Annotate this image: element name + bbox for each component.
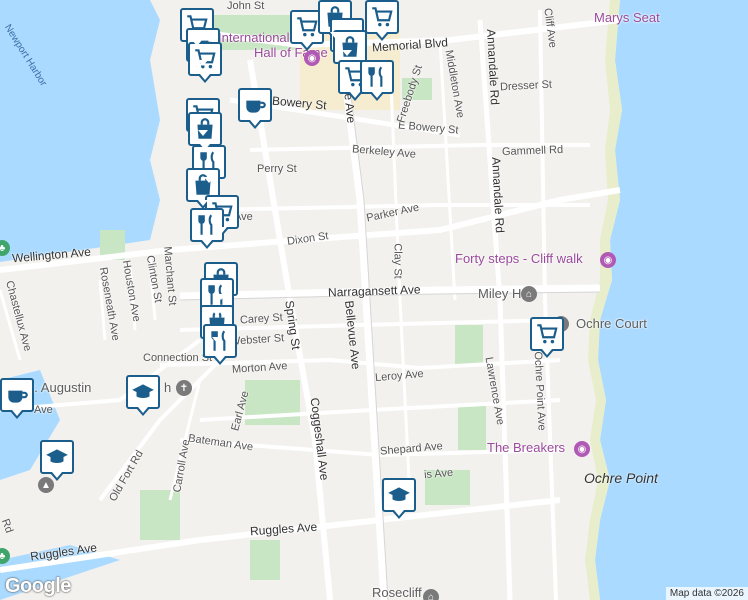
- map-attribution[interactable]: Map data ©2026: [665, 587, 748, 600]
- poi-label-forty-steps[interactable]: Forty steps - Cliff walk: [455, 251, 583, 266]
- place-ochre-point: Ochre Point: [584, 470, 658, 486]
- park-5: [140, 490, 180, 540]
- street-edge-ave-2: Ave: [34, 404, 53, 416]
- street-clay: Clay St: [391, 243, 404, 279]
- shopping-cart-icon[interactable]: [188, 42, 222, 83]
- park-6: [250, 540, 280, 580]
- camera-icon[interactable]: ◉: [600, 252, 616, 268]
- poi-label-ochre-court[interactable]: Ochre Court: [576, 316, 647, 331]
- poi-label-hall-of-fame-1[interactable]: International: [218, 30, 290, 45]
- shopping-bag-icon[interactable]: [188, 112, 222, 153]
- church-icon[interactable]: ✝: [176, 380, 192, 396]
- school-icon[interactable]: [40, 440, 74, 481]
- street-perry: Perry St: [257, 163, 297, 175]
- restaurant-icon[interactable]: [360, 60, 394, 101]
- google-logo: Google: [5, 575, 71, 597]
- building-icon[interactable]: ⌂: [521, 286, 537, 302]
- coffee-cup-icon[interactable]: [0, 378, 34, 419]
- building-icon[interactable]: ⌂: [423, 589, 439, 600]
- coffee-cup-icon[interactable]: [238, 88, 272, 129]
- restaurant-icon[interactable]: [190, 208, 224, 249]
- water-harbor: [0, 0, 160, 262]
- shopping-cart-icon[interactable]: [530, 317, 564, 358]
- school-icon[interactable]: [382, 478, 416, 519]
- poi-label-marys-seat[interactable]: Marys Seat: [594, 10, 660, 25]
- poi-label-the-breakers[interactable]: The Breakers: [487, 440, 565, 455]
- poi-label-st-augustin-tail[interactable]: h: [164, 380, 171, 395]
- park-2: [458, 405, 486, 450]
- school-icon[interactable]: [126, 375, 160, 416]
- park-1: [455, 325, 483, 365]
- street-ridge-ave: is Ave: [423, 466, 454, 482]
- shopping-cart-icon[interactable]: [365, 0, 399, 41]
- museum-icon[interactable]: ◉: [304, 50, 320, 66]
- street-gammell: Gammell Rd: [501, 143, 564, 159]
- camera-icon[interactable]: ◉: [574, 441, 590, 457]
- poi-label-rosecliff[interactable]: Rosecliff: [372, 585, 422, 600]
- map-canvas[interactable]: Newport Harbor John St Memorial Blvd Bow…: [0, 0, 748, 600]
- street-john: John St: [227, 0, 265, 12]
- street-connection: Connection St: [143, 352, 213, 364]
